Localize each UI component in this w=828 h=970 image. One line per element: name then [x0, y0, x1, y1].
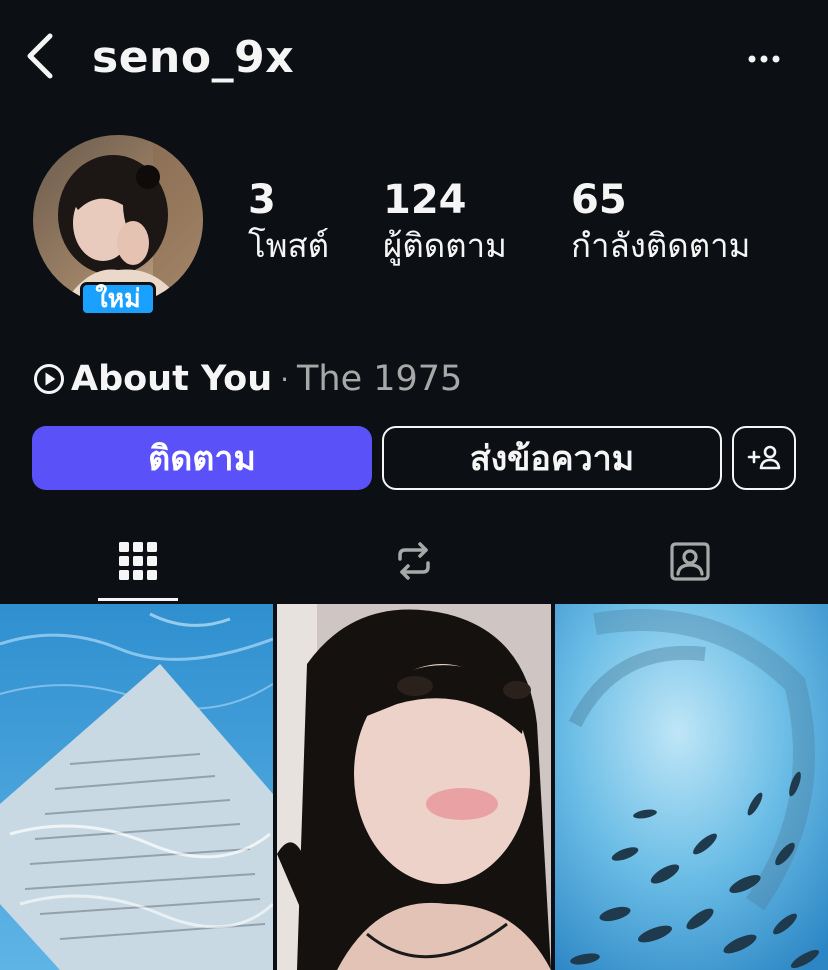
profile-music[interactable]: About You · The 1975 — [33, 356, 462, 402]
post-thumbnail[interactable] — [0, 604, 273, 970]
post-image-portrait — [277, 604, 551, 970]
tab-posts-grid[interactable] — [0, 522, 276, 600]
grid-icon — [119, 542, 157, 580]
stat-following-label: กำลังติดตาม — [571, 226, 751, 265]
stat-followers-label: ผู้ติดตาม — [383, 226, 507, 265]
play-circle-icon — [34, 364, 64, 394]
profile-username: seno_9x — [92, 32, 295, 83]
new-badge: ใหม่ — [80, 282, 156, 316]
stat-following[interactable]: 65 กำลังติดตาม — [571, 176, 750, 268]
suggest-people-button[interactable] — [732, 426, 796, 490]
more-horizontal-icon — [748, 55, 780, 63]
post-thumbnail[interactable] — [277, 604, 551, 970]
repost-icon — [398, 542, 430, 580]
music-separator: · — [280, 362, 290, 396]
add-person-icon — [747, 445, 781, 470]
stat-posts[interactable]: 3 โพสต์ — [248, 176, 329, 268]
post-image-fish — [555, 604, 828, 970]
message-button[interactable]: ส่งข้อความ — [382, 426, 722, 490]
tab-reposts[interactable] — [276, 522, 552, 600]
music-song-title: About You — [71, 359, 273, 399]
stat-followers[interactable]: 124 ผู้ติดตาม — [383, 176, 507, 268]
avatar-image — [33, 135, 203, 305]
music-artist: The 1975 — [297, 359, 463, 399]
stat-following-count: 65 — [571, 177, 627, 223]
tagged-person-icon — [670, 542, 710, 581]
selected-tab-indicator — [98, 598, 178, 601]
profile-page: seno_9x ใหม่ 3 โพสต์ 124 ผู้ติดตาม 65 กำ… — [0, 0, 828, 970]
stat-followers-count: 124 — [383, 177, 467, 223]
post-image-pool-paper — [0, 604, 273, 970]
back-button[interactable] — [20, 30, 64, 86]
follow-button[interactable]: ติดตาม — [32, 426, 372, 490]
post-thumbnail[interactable] — [555, 604, 828, 970]
tab-tagged[interactable] — [552, 522, 828, 600]
stat-posts-count: 3 — [248, 177, 276, 223]
stat-posts-label: โพสต์ — [248, 226, 330, 265]
chevron-left-icon — [27, 33, 53, 79]
more-options-button[interactable] — [740, 44, 788, 74]
avatar[interactable] — [33, 135, 203, 305]
